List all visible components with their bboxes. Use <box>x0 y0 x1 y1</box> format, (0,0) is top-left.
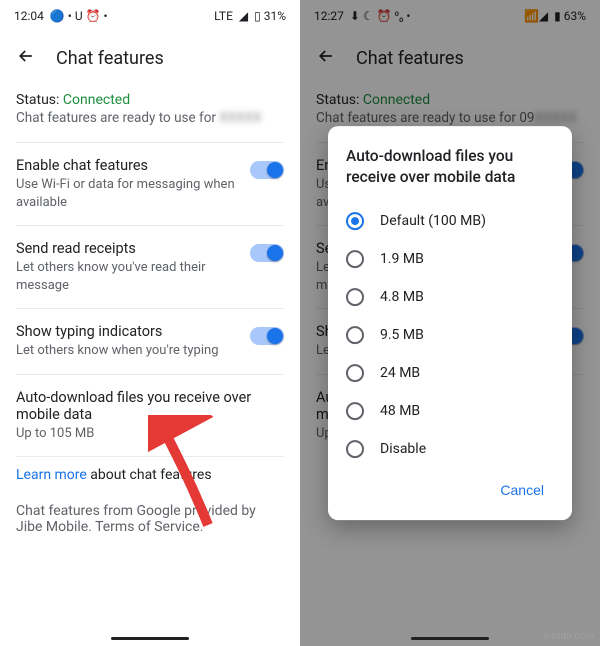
setting-subtitle: Use Wi-Fi or data for messaging when ava… <box>16 176 238 211</box>
setting-subtitle: Let others know when you're typing <box>16 342 238 360</box>
setting-title: Show typing indicators <box>16 323 238 340</box>
learn-more-text: about chat features <box>87 467 212 483</box>
setting-enable-chat[interactable]: Enable chat features Use Wi-Fi or data f… <box>16 142 284 225</box>
setting-title: Enable chat features <box>16 157 238 174</box>
redacted-number: XXXXX <box>219 110 261 126</box>
radio-label: 1.9 MB <box>380 251 424 267</box>
radio-label: 24 MB <box>380 365 420 381</box>
battery-icon: ▯ 31% <box>254 9 286 23</box>
right-screenshot: 12:27 ⬇ ☾ ⏰ ⁰₀ • 📶◢ ▮ 63% Chat features … <box>300 0 600 646</box>
nav-pill[interactable] <box>111 637 189 641</box>
radio-label: Disable <box>380 441 426 457</box>
footer-provider: Chat features from Google provided by Ji… <box>16 497 284 549</box>
left-screenshot: 12:04 🔵 • U ⏰ • LTE ◢ ▯ 31% Chat feature… <box>0 0 300 646</box>
radio-label: 9.5 MB <box>380 327 424 343</box>
setting-subtitle: Let others know you've read their messag… <box>16 259 238 294</box>
radio-icon <box>346 440 364 458</box>
page-title: Chat features <box>56 48 164 69</box>
radio-option-default[interactable]: Default (100 MB) <box>346 202 554 240</box>
auto-download-dialog: Auto-download files you receive over mob… <box>328 126 572 520</box>
watermark: wsxdn.com <box>543 631 594 642</box>
toggle-read-receipts[interactable] <box>250 244 284 262</box>
radio-icon <box>346 402 364 420</box>
radio-label: 48 MB <box>380 403 420 419</box>
setting-title: Send read receipts <box>16 240 238 257</box>
radio-icon <box>346 326 364 344</box>
toggle-enable-chat[interactable] <box>250 161 284 179</box>
network-label: LTE <box>214 9 233 23</box>
back-icon[interactable] <box>16 46 36 70</box>
setting-title: Auto-download files you receive over mob… <box>16 389 284 423</box>
status-description: Chat features are ready to use for XXXXX <box>16 110 284 126</box>
radio-option-1-9mb[interactable]: 1.9 MB <box>346 240 554 278</box>
clock: 12:04 <box>14 9 44 23</box>
setting-auto-download[interactable]: Auto-download files you receive over mob… <box>16 374 284 457</box>
app-bar: Chat features <box>0 32 300 80</box>
learn-more-link[interactable]: Learn more <box>16 467 87 483</box>
content: Status: Connected Chat features are read… <box>0 80 300 549</box>
signal-icon: ◢ <box>239 9 248 23</box>
setting-typing-indicators[interactable]: Show typing indicators Let others know w… <box>16 308 284 374</box>
status-label: Status: <box>16 92 63 108</box>
radio-icon <box>346 212 364 230</box>
radio-option-disable[interactable]: Disable <box>346 430 554 468</box>
radio-option-24mb[interactable]: 24 MB <box>346 354 554 392</box>
radio-option-9-5mb[interactable]: 9.5 MB <box>346 316 554 354</box>
status-value: Connected <box>63 92 130 108</box>
status-icons-left: 🔵 • U ⏰ • <box>50 9 108 23</box>
radio-label: 4.8 MB <box>380 289 424 305</box>
setting-read-receipts[interactable]: Send read receipts Let others know you'v… <box>16 225 284 308</box>
radio-label: Default (100 MB) <box>380 213 486 229</box>
radio-icon <box>346 288 364 306</box>
setting-subtitle: Up to 105 MB <box>16 425 284 443</box>
dialog-title: Auto-download files you receive over mob… <box>346 146 554 188</box>
radio-icon <box>346 364 364 382</box>
toggle-typing-indicators[interactable] <box>250 327 284 345</box>
cancel-button[interactable]: Cancel <box>490 474 554 506</box>
status-bar: 12:04 🔵 • U ⏰ • LTE ◢ ▯ 31% <box>0 0 300 32</box>
radio-option-48mb[interactable]: 48 MB <box>346 392 554 430</box>
radio-option-4-8mb[interactable]: 4.8 MB <box>346 278 554 316</box>
nav-pill[interactable] <box>411 637 489 641</box>
radio-icon <box>346 250 364 268</box>
